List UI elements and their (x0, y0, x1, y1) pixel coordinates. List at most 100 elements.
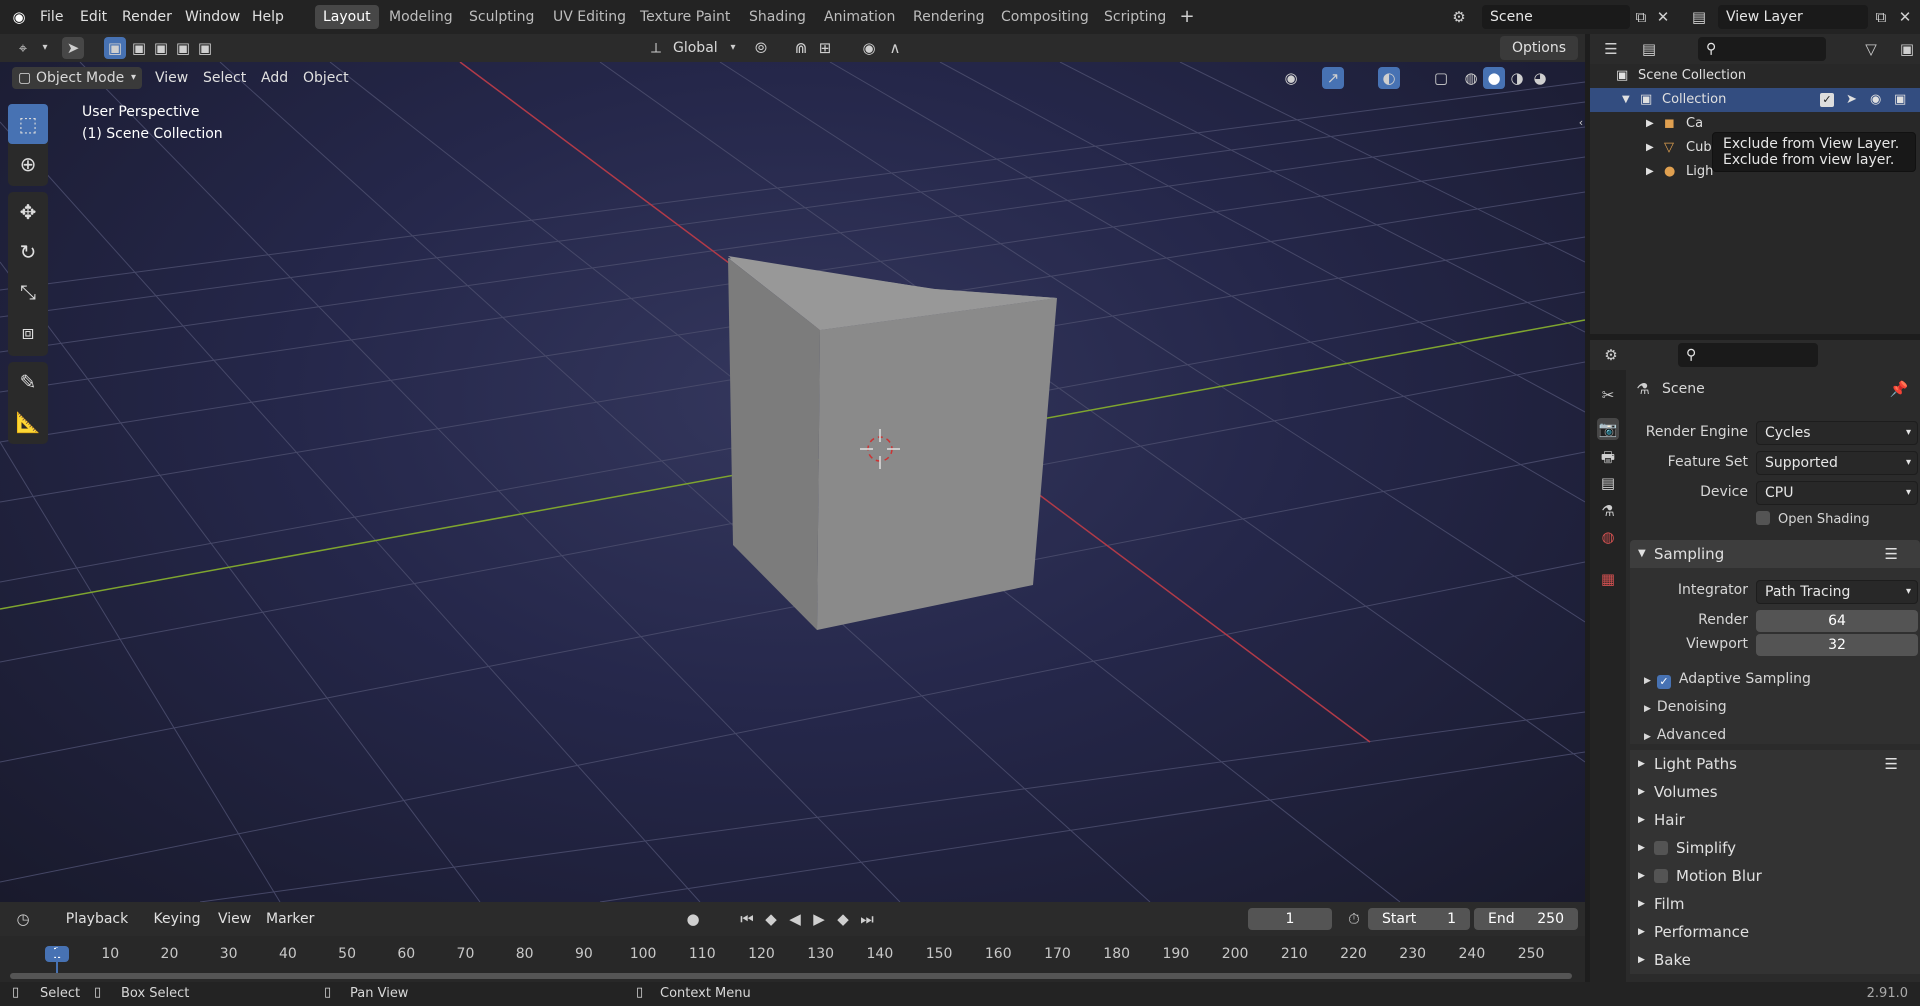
select-box-tool-icon[interactable]: ⬚ (8, 104, 48, 144)
viewport-samples-field[interactable]: 32 (1756, 634, 1918, 656)
expand-arrow-icon[interactable]: ▶ (1646, 136, 1654, 160)
view-layer-tab-icon[interactable]: ▤ (1597, 472, 1619, 494)
delete-view-layer-icon[interactable]: ✕ (1894, 6, 1916, 28)
volumes-panel-header[interactable]: ▶ Volumes (1630, 778, 1920, 806)
tab-compositing[interactable]: Compositing (993, 5, 1097, 29)
render-samples-field[interactable]: 64 (1756, 610, 1918, 632)
texture-tab-icon[interactable]: ▦ (1597, 568, 1619, 590)
editor-type-icon[interactable]: ⌖ (12, 37, 34, 59)
delete-scene-icon[interactable]: ✕ (1652, 6, 1674, 28)
add-workspace-icon[interactable]: + (1176, 6, 1198, 28)
snap-target-icon[interactable]: ⊞ (814, 37, 836, 59)
scene-tab-icon[interactable]: ⚗ (1597, 500, 1619, 522)
play-reverse-icon[interactable]: ◀ (784, 908, 806, 930)
timeline-scrollbar[interactable] (10, 973, 1572, 979)
transform-orientation-dropdown[interactable]: Global (673, 34, 718, 62)
scene-name-field[interactable]: Scene (1482, 5, 1630, 29)
display-mode-icon[interactable]: ▤ (1638, 38, 1660, 60)
expand-arrow-icon[interactable]: ▶ (1646, 160, 1654, 184)
presets-list-icon[interactable]: ☰ (1885, 540, 1898, 568)
select-extend-icon[interactable]: ▣ (128, 37, 150, 59)
outliner-row-collection[interactable]: ▼ ▣ Collection ✓ ➤ ◉ ▣ (1590, 88, 1920, 112)
blender-logo-icon[interactable]: ◉ (8, 6, 30, 28)
visibility-icon[interactable]: ◉ (1280, 67, 1302, 89)
tab-texture-paint[interactable]: Texture Paint (632, 5, 738, 29)
mode-dropdown[interactable]: ▢ Object Mode ▾ (12, 67, 142, 89)
viewport-menu-object[interactable]: Object (303, 62, 349, 94)
transform-tool-icon[interactable]: ⧈ (8, 312, 48, 352)
world-tab-icon[interactable]: ◍ (1597, 526, 1619, 548)
tab-scripting[interactable]: Scripting (1096, 5, 1174, 29)
outliner-editor-type-icon[interactable]: ☰ (1600, 38, 1622, 60)
outliner-search-input[interactable]: ⚲ (1698, 37, 1826, 61)
motion-blur-checkbox[interactable] (1654, 869, 1668, 883)
integrator-dropdown[interactable]: Path Tracing ▾ (1756, 580, 1918, 604)
overlays-icon[interactable]: ◐ (1378, 67, 1400, 89)
tool-tab-icon[interactable]: ✂ (1597, 384, 1619, 406)
tab-modeling[interactable]: Modeling (381, 5, 461, 29)
tab-rendering[interactable]: Rendering (905, 5, 993, 29)
exclude-checkbox-icon[interactable]: ✓ (1820, 93, 1834, 107)
3d-viewport[interactable]: ▢ Object Mode ▾ View Select Add Object ◉… (0, 62, 1585, 902)
properties-editor-type-icon[interactable]: ⚙ (1600, 344, 1622, 366)
jump-start-icon[interactable]: ⏮ (736, 908, 758, 930)
select-subtract-icon[interactable]: ▣ (150, 37, 172, 59)
visibility-eye-icon[interactable]: ◉ (1870, 88, 1881, 112)
record-icon[interactable]: ● (682, 908, 704, 930)
jump-end-icon[interactable]: ⏭ (856, 908, 878, 930)
sampling-panel-header[interactable]: ▼ Sampling ☰ (1630, 540, 1920, 568)
annotate-tool-icon[interactable]: ✎ (8, 362, 48, 402)
new-scene-icon[interactable]: ⧉ (1630, 6, 1652, 28)
tab-uv-editing[interactable]: UV Editing (545, 5, 634, 29)
stopwatch-icon[interactable]: ⏱ (1343, 908, 1365, 930)
view-layer-name-field[interactable]: View Layer (1718, 5, 1868, 29)
adaptive-sampling-subpanel[interactable]: ▶ ✓ Adaptive Sampling (1644, 665, 1811, 693)
falloff-icon[interactable]: ∧ (884, 37, 906, 59)
film-panel-header[interactable]: ▶ Film (1630, 890, 1920, 918)
adaptive-sampling-checkbox[interactable]: ✓ (1656, 675, 1671, 689)
frame-ruler[interactable]: 1102030405060708090100110120130140150160… (0, 936, 1585, 982)
gizmo-icon[interactable]: ↗ (1322, 67, 1344, 89)
view-layer-selector-icon[interactable]: ▤ (1688, 6, 1710, 28)
menu-window[interactable]: Window (185, 0, 240, 34)
shading-material-icon[interactable]: ◑ (1506, 67, 1528, 89)
bake-panel-header[interactable]: ▶ Bake (1630, 946, 1920, 974)
select-new-icon[interactable]: ▣ (104, 37, 126, 59)
snap-icon[interactable]: ⋒ (790, 37, 812, 59)
presets-list-icon[interactable]: ☰ (1885, 750, 1898, 778)
output-tab-icon[interactable]: 🖶 (1597, 446, 1619, 468)
light-paths-panel-header[interactable]: ▶ Light Paths ☰ (1630, 750, 1920, 778)
scale-tool-icon[interactable]: ⤡ (8, 272, 48, 312)
end-frame-field[interactable]: End 250 (1474, 908, 1578, 930)
outliner-row-scene-collection[interactable]: ▣ Scene Collection (1590, 64, 1920, 88)
tab-animation[interactable]: Animation (816, 5, 903, 29)
selectable-icon[interactable]: ➤ (1846, 88, 1857, 112)
new-collection-icon[interactable]: ▣ (1896, 38, 1918, 60)
tab-sculpting[interactable]: Sculpting (461, 5, 542, 29)
timeline-editor-type-icon[interactable]: ◷ (12, 908, 34, 930)
next-keyframe-icon[interactable]: ◆ (832, 908, 854, 930)
motion-blur-panel-header[interactable]: ▶ Motion Blur (1630, 862, 1920, 890)
simplify-checkbox[interactable] (1654, 841, 1668, 855)
render-tab-icon[interactable]: 📷 (1597, 418, 1619, 440)
prev-keyframe-icon[interactable]: ◆ (760, 908, 782, 930)
advanced-subpanel[interactable]: ▶ Advanced (1644, 721, 1726, 749)
menu-file[interactable]: File (40, 0, 63, 34)
select-intersect-icon[interactable]: ▣ (194, 37, 216, 59)
proportional-editing-icon[interactable]: ◉ (858, 37, 880, 59)
expand-arrow-icon[interactable]: ▶ (1646, 112, 1654, 136)
current-frame-field[interactable]: 1 (1248, 908, 1332, 930)
timeline-menu-keying[interactable]: Keying (142, 907, 212, 931)
chevron-down-icon[interactable]: ▾ (34, 37, 56, 59)
hair-panel-header[interactable]: ▶ Hair (1630, 806, 1920, 834)
select-invert-icon[interactable]: ▣ (172, 37, 194, 59)
cursor-tool-icon[interactable]: ⊕ (8, 144, 48, 184)
viewport-menu-select[interactable]: Select (203, 62, 246, 94)
timeline-menu-playback[interactable]: Playback (56, 907, 138, 931)
options-dropdown[interactable]: Options (1500, 36, 1578, 60)
tab-layout[interactable]: Layout (315, 5, 379, 29)
tab-shading[interactable]: Shading (741, 5, 814, 29)
expand-arrow-icon[interactable]: ▼ (1622, 88, 1630, 112)
start-frame-field[interactable]: Start 1 (1368, 908, 1470, 930)
render-camera-icon[interactable]: ▣ (1894, 88, 1906, 112)
